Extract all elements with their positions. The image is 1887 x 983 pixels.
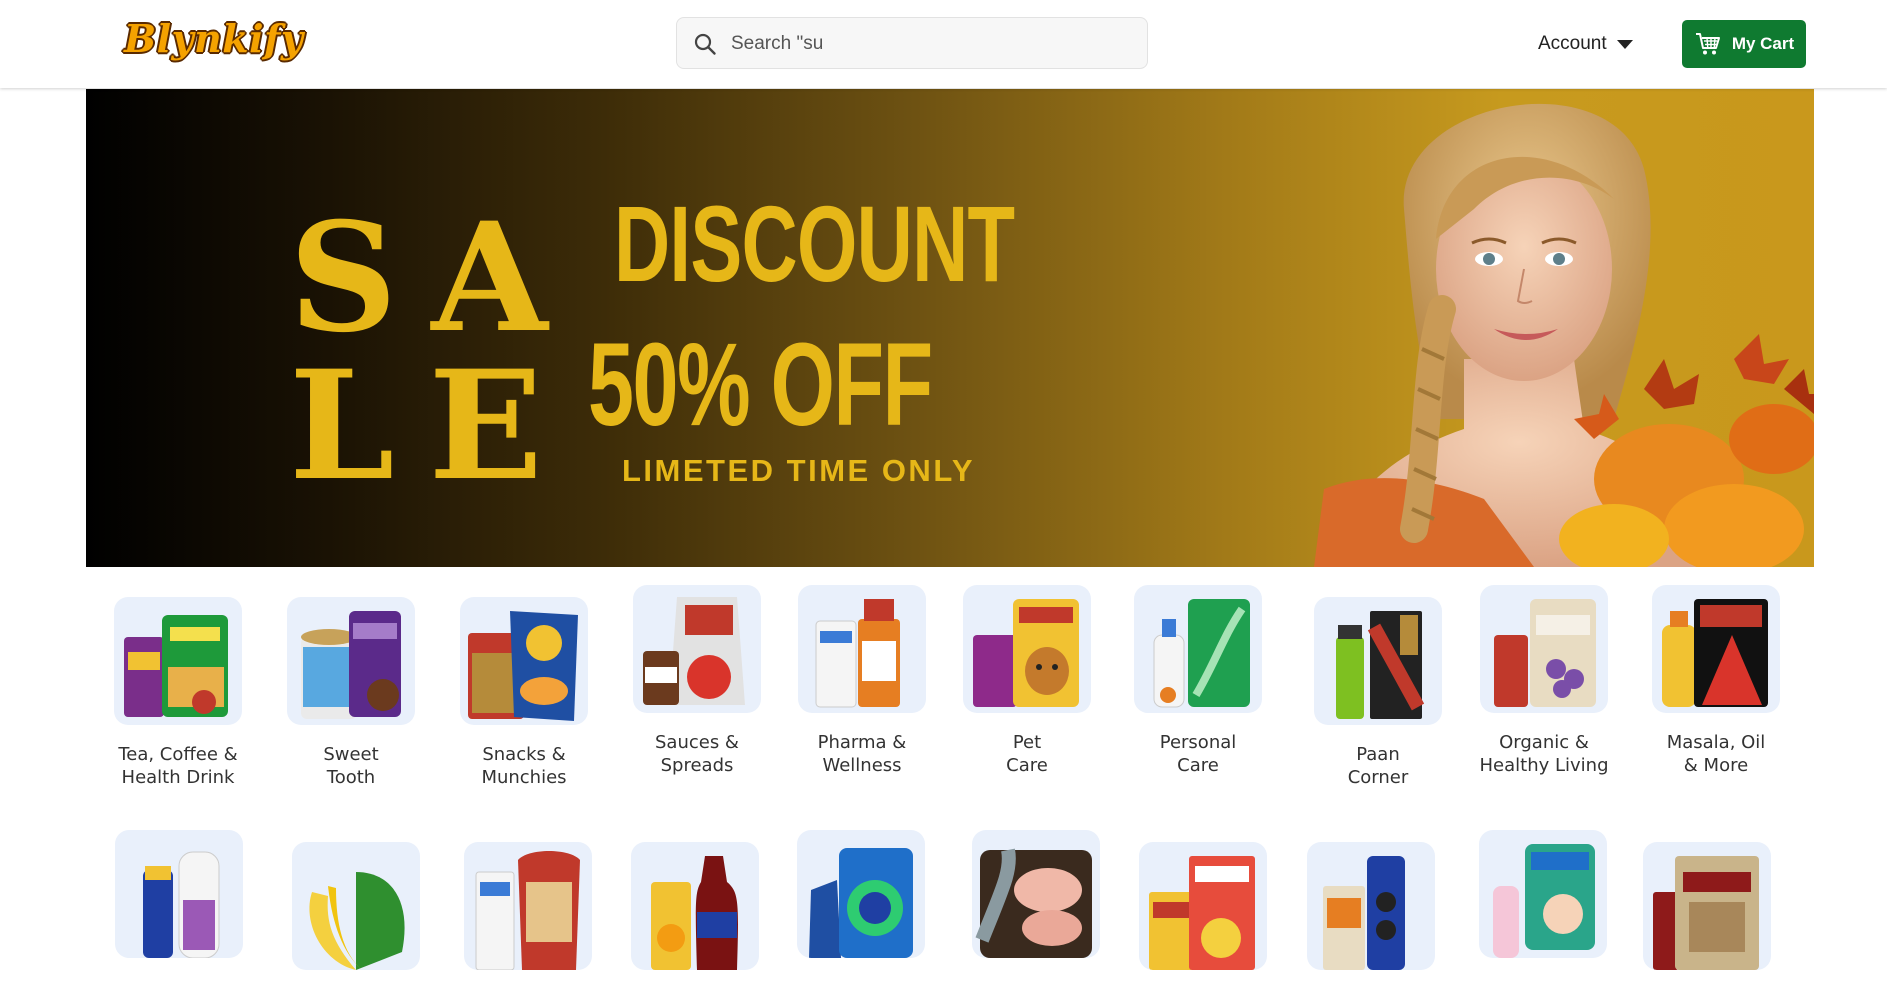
category-label-line1: Sweet [323, 744, 379, 765]
category-masala-oil[interactable]: Masala, Oil & More [1651, 585, 1781, 777]
category-label-line1: Paan [1356, 744, 1400, 765]
category-label-line1: Personal [1159, 732, 1237, 753]
category-chicken-meat-fish[interactable] [971, 830, 1101, 958]
paan-corner-icon [1314, 597, 1442, 725]
my-cart-button[interactable]: My Cart [1682, 20, 1806, 68]
category-label-line2: Health Drink [121, 767, 235, 788]
category-label-line2: Wellness [822, 755, 902, 776]
category-label-line1: Pharma & [817, 732, 907, 753]
category-atta-rice[interactable] [1642, 842, 1772, 970]
account-dropdown[interactable]: Account [1538, 30, 1633, 58]
account-label: Account [1538, 33, 1607, 54]
biscuits-icon [1307, 842, 1435, 970]
category-label-line2: Corner [1347, 767, 1409, 788]
caret-down-icon [1616, 39, 1633, 49]
sale-text-line2: LE [289, 338, 577, 514]
category-breakfast[interactable] [1138, 842, 1268, 970]
category-baby-care[interactable] [1478, 830, 1608, 958]
cold-drinks-icon [631, 842, 759, 970]
category-label-line1: Tea, Coffee & [118, 744, 238, 765]
search-icon [694, 33, 716, 55]
limited-time-text: LIMETED TIME ONLY [622, 453, 976, 488]
atta-rice-icon [1643, 842, 1771, 970]
category-personal-care[interactable]: Personal Care [1133, 585, 1263, 777]
top-header: Blynkify Account My Cart [0, 0, 1887, 88]
category-label-line2: Care [1177, 755, 1219, 776]
shopping-cart-icon [1695, 33, 1720, 55]
sauces-icon [633, 585, 761, 713]
tea-coffee-icon [114, 597, 242, 725]
category-label-line1: Snacks & [482, 744, 566, 765]
category-label-line1: Pet [1012, 732, 1042, 753]
stationery-icon [115, 830, 243, 958]
discount-heading: DISCOUNT [614, 183, 1015, 304]
pet-care-icon [963, 585, 1091, 713]
brand-logo[interactable]: Blynkify [124, 16, 303, 61]
sale-text-line1: SA [289, 190, 582, 366]
category-bakery[interactable] [463, 842, 593, 970]
category-label-line2: Munchies [481, 767, 567, 788]
category-organic[interactable]: Organic & Healthy Living [1479, 585, 1609, 777]
category-label-line1: Masala, Oil [1666, 732, 1766, 753]
search-input[interactable] [729, 18, 1133, 70]
category-snacks[interactable]: Snacks & Munchies [459, 597, 589, 789]
category-label-line1: Organic & [1499, 732, 1589, 753]
category-label-line2: Healthy Living [1479, 755, 1609, 776]
breakfast-icon [1139, 842, 1267, 970]
category-sweet-tooth[interactable]: Sweet Tooth [286, 597, 416, 789]
category-label-line2: Tooth [326, 767, 376, 788]
sweet-tooth-icon [287, 597, 415, 725]
category-pet-care[interactable]: Pet Care [962, 585, 1092, 777]
category-label-line1: Sauces & [655, 732, 739, 753]
bakery-icon [464, 842, 592, 970]
masala-oil-icon [1652, 585, 1780, 713]
cleaning-icon [797, 830, 925, 958]
category-biscuits[interactable] [1306, 842, 1436, 970]
search-bar[interactable] [676, 17, 1148, 70]
banner-model-image [1314, 103, 1814, 567]
category-tea-coffee[interactable]: Tea, Coffee & Health Drink [113, 597, 243, 789]
personal-care-icon [1134, 585, 1262, 713]
percent-off-heading: 50% OFF [588, 319, 933, 451]
cart-label: My Cart [1731, 34, 1795, 53]
vegetables-fruits-icon [292, 842, 420, 970]
category-label-line2: & More [1683, 755, 1749, 776]
promo-banner[interactable]: SA LE DISCOUNT 50% OFF LIMETED TIME ONLY [86, 89, 1814, 567]
category-label-line2: Spreads [660, 755, 734, 776]
category-cold-drinks[interactable] [630, 842, 760, 970]
category-stationery[interactable] [114, 830, 244, 958]
baby-care-icon [1479, 830, 1607, 958]
category-pharma[interactable]: Pharma & Wellness [797, 585, 927, 777]
organic-icon [1480, 585, 1608, 713]
chicken-meat-fish-icon [972, 830, 1100, 958]
category-label-line2: Care [1006, 755, 1048, 776]
pharma-icon [798, 585, 926, 713]
category-sauces[interactable]: Sauces & Spreads [632, 585, 762, 777]
category-paan-corner[interactable]: Paan Corner [1313, 597, 1443, 789]
category-vegetables-fruits[interactable] [291, 842, 421, 970]
category-cleaning[interactable] [796, 830, 926, 958]
snacks-icon [460, 597, 588, 725]
